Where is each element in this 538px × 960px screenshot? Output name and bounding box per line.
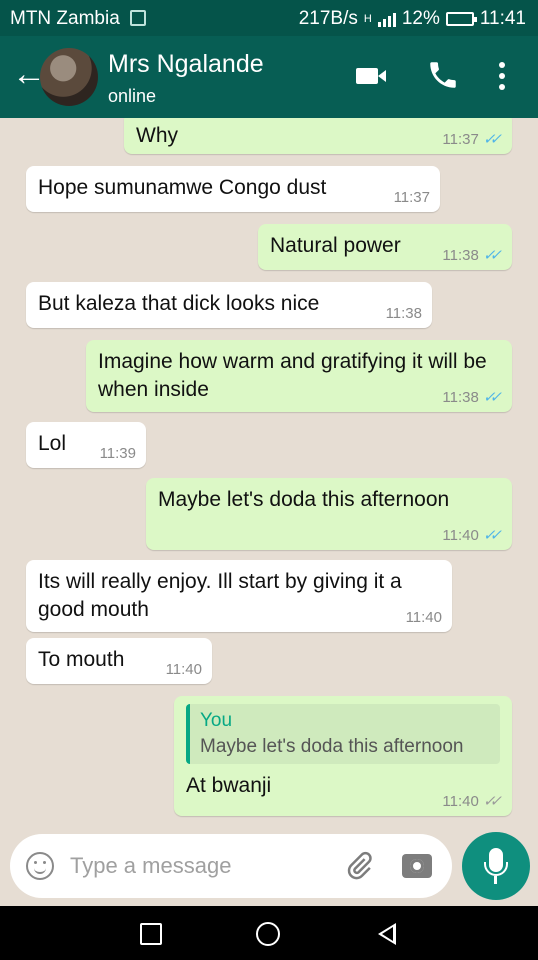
message-composer [0,830,538,906]
battery-percent: 12% [401,8,440,29]
message-time: 11:40 [405,609,442,626]
message-bubble-outgoing[interactable]: Natural power 11:38 ✓✓ [258,224,512,270]
message-time: 11:38 [442,246,479,264]
read-ticks-icon: ✓✓ [482,131,502,148]
microphone-base [494,876,497,884]
message-bubble-incoming[interactable]: But kaleza that dick looks nice 11:38 [26,282,432,328]
message-time: 11:37 [393,189,430,206]
message-bubble-incoming[interactable]: Its will really enjoy. Ill start by givi… [26,560,452,632]
message-meta: 11:40 ✓✓ [442,526,502,545]
contact-name[interactable]: Mrs Ngalande [108,50,264,79]
chat-area[interactable]: Why 11:37 ✓✓ Hope sumunamwe Congo dust 1… [0,118,538,830]
message-bubble-outgoing[interactable]: Why 11:37 ✓✓ [124,118,512,154]
status-right: 217B/s H 12% 11:41 [299,8,526,30]
signal-icon [377,11,396,27]
voice-record-button[interactable] [462,832,530,900]
message-time: 11:40 [442,792,479,810]
avatar[interactable] [40,48,98,106]
message-text: Imagine how warm and gratifying it will … [98,350,487,401]
home-button[interactable] [256,922,280,946]
emoji-icon[interactable] [26,852,54,880]
read-ticks-icon: ✓✓ [482,389,502,406]
quoted-message[interactable]: You Maybe let's doda this afternoon [186,704,500,764]
message-meta: 11:37 ✓✓ [442,130,502,149]
carrier-name: MTN Zambia [10,8,120,29]
presence-status: online [108,86,157,106]
back-button[interactable] [378,923,396,945]
message-time: 11:40 [442,526,479,544]
status-bar: MTN Zambia 217B/s H 12% 11:41 [0,0,538,36]
message-time: 11:37 [442,130,479,148]
message-time: 11:38 [385,305,422,322]
message-time: 11:40 [165,661,202,678]
message-bubble-outgoing[interactable]: Maybe let's doda this afternoon 11:40 ✓✓ [146,478,512,550]
recents-button[interactable] [140,923,162,945]
message-meta: 11:40 [166,661,202,678]
chat-header: ← Mrs Ngalande online [0,36,538,118]
message-meta: 11:37 [394,189,430,206]
message-meta: 11:38 ✓✓ [442,246,502,265]
quote-text: Maybe let's doda this afternoon [200,736,464,757]
network-type: H [363,13,372,25]
video-call-icon[interactable] [356,68,386,84]
voice-call-icon[interactable] [426,58,460,92]
message-text: Maybe let's doda this afternoon [158,488,450,511]
message-meta: 11:38 [386,305,422,322]
message-meta: 11:40 ✓✓ [442,792,502,811]
message-bubble-outgoing-reply[interactable]: You Maybe let's doda this afternoon At b… [174,696,512,816]
message-time: 11:39 [99,445,136,462]
system-navigation-bar [0,906,538,960]
more-options-icon[interactable] [498,62,506,90]
message-meta: 11:39 [100,445,136,462]
microphone-stand [484,862,508,876]
message-bubble-outgoing[interactable]: Imagine how warm and gratifying it will … [86,340,512,412]
message-bubble-incoming[interactable]: Lol 11:39 [26,422,146,468]
message-bubble-incoming[interactable]: To mouth 11:40 [26,638,212,684]
message-input-box [10,834,452,898]
sim-notification-icon [130,10,146,26]
network-speed: 217B/s [298,8,358,29]
attach-icon[interactable] [344,850,374,882]
message-text: But kaleza that dick looks nice [38,292,320,315]
clock: 11:41 [479,8,526,29]
message-meta: 11:40 [406,609,442,626]
read-ticks-icon: ✓✓ [482,247,502,264]
read-ticks-icon: ✓✓ [482,527,502,544]
message-time: 11:38 [442,388,479,406]
message-input[interactable] [70,848,330,884]
battery-icon [445,12,477,26]
delivered-ticks-icon: ✓✓ [482,793,502,810]
message-bubble-incoming[interactable]: Hope sumunamwe Congo dust 11:37 [26,166,440,212]
message-text: Its will really enjoy. Ill start by givi… [38,570,402,621]
quote-author: You [200,710,233,731]
camera-icon[interactable] [402,854,432,878]
message-text: Hope sumunamwe Congo dust [38,176,327,199]
message-meta: 11:38 ✓✓ [442,388,502,407]
